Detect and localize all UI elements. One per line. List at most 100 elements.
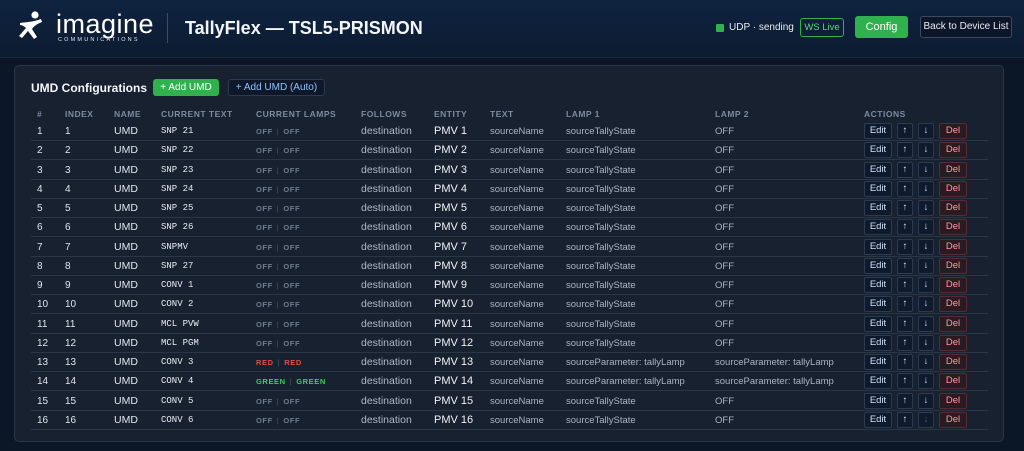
edit-button[interactable]: Edit bbox=[864, 315, 892, 332]
delete-button[interactable]: Del bbox=[939, 161, 967, 178]
move-down-button[interactable]: ↓ bbox=[918, 373, 934, 390]
row-current-lamps: RED | RED bbox=[256, 353, 302, 372]
row-lamp1: sourceTallyState bbox=[566, 183, 636, 195]
row-current-text: SNP 22 bbox=[161, 145, 194, 156]
row-current-text: CONV 2 bbox=[161, 299, 194, 310]
edit-button[interactable]: Edit bbox=[864, 238, 892, 255]
delete-button[interactable]: Del bbox=[939, 238, 967, 255]
row-index: 4 bbox=[65, 183, 71, 195]
move-up-button[interactable]: ↑ bbox=[897, 180, 913, 197]
lamp-right-status: OFF bbox=[283, 165, 301, 175]
move-down-button[interactable]: ↓ bbox=[918, 296, 934, 313]
row-current-lamps: OFF | OFF bbox=[256, 411, 300, 430]
edit-button[interactable]: Edit bbox=[864, 180, 892, 197]
move-up-button[interactable]: ↑ bbox=[897, 257, 913, 274]
delete-button[interactable]: Del bbox=[939, 373, 967, 390]
move-down-button[interactable]: ↓ bbox=[918, 257, 934, 274]
back-to-device-list-button[interactable]: Back to Device List bbox=[920, 16, 1012, 38]
move-down-button[interactable]: ↓ bbox=[918, 180, 934, 197]
delete-button[interactable]: Del bbox=[939, 315, 967, 332]
add-umd-button[interactable]: + Add UMD bbox=[153, 79, 219, 96]
config-button[interactable]: Config bbox=[855, 16, 908, 38]
edit-button[interactable]: Edit bbox=[864, 373, 892, 390]
row-number: 16 bbox=[37, 414, 49, 426]
move-down-button[interactable]: ↓ bbox=[918, 334, 934, 351]
edit-button[interactable]: Edit bbox=[864, 161, 892, 178]
row-current-lamps: OFF | OFF bbox=[256, 334, 300, 353]
move-up-button[interactable]: ↑ bbox=[897, 411, 913, 428]
move-up-button[interactable]: ↑ bbox=[897, 238, 913, 255]
row-number: 5 bbox=[37, 203, 43, 214]
row-name: UMD bbox=[114, 394, 138, 407]
move-up-button[interactable]: ↑ bbox=[897, 315, 913, 332]
row-entity: PMV 13 bbox=[434, 356, 474, 368]
row-text-source: sourceName bbox=[490, 183, 544, 195]
move-up-button[interactable]: ↑ bbox=[897, 161, 913, 178]
row-lamp1: sourceTallyState bbox=[566, 145, 636, 157]
move-down-button[interactable]: ↓ bbox=[918, 200, 934, 216]
row-follows: destination bbox=[361, 125, 412, 137]
move-up-button[interactable]: ↑ bbox=[897, 200, 913, 216]
row-entity: PMV 11 bbox=[434, 317, 473, 330]
move-up-button[interactable]: ↑ bbox=[897, 142, 913, 159]
edit-button[interactable]: Edit bbox=[864, 142, 892, 159]
delete-button[interactable]: Del bbox=[939, 142, 967, 159]
edit-button[interactable]: Edit bbox=[864, 354, 892, 370]
move-up-button[interactable]: ↑ bbox=[897, 123, 913, 139]
delete-button[interactable]: Del bbox=[939, 296, 967, 313]
edit-button[interactable]: Edit bbox=[864, 392, 892, 409]
move-up-button[interactable]: ↑ bbox=[897, 296, 913, 313]
move-down-button[interactable]: ↓ bbox=[918, 161, 934, 178]
move-up-button[interactable]: ↑ bbox=[897, 373, 913, 390]
lamp-separator: | bbox=[276, 396, 280, 406]
row-lamp2: OFF bbox=[715, 318, 734, 330]
move-up-button[interactable]: ↑ bbox=[897, 219, 913, 236]
edit-button[interactable]: Edit bbox=[864, 219, 892, 236]
row-lamp2: OFF bbox=[715, 299, 734, 311]
page-title: TallyFlex — TSL5-PRISMON bbox=[185, 18, 423, 38]
delete-button[interactable]: Del bbox=[939, 180, 967, 197]
edit-button[interactable]: Edit bbox=[864, 200, 892, 216]
row-index: 12 bbox=[65, 337, 77, 349]
delete-button[interactable]: Del bbox=[939, 219, 967, 236]
delete-button[interactable]: Del bbox=[939, 354, 967, 370]
row-entity: PMV 7 bbox=[434, 240, 468, 253]
add-umd-auto-button[interactable]: + Add UMD (Auto) bbox=[228, 79, 325, 96]
delete-button[interactable]: Del bbox=[939, 257, 967, 274]
lamp-right-status: GREEN bbox=[296, 377, 326, 387]
move-down-button[interactable]: ↓ bbox=[918, 142, 934, 159]
move-down-button[interactable]: ↓ bbox=[918, 277, 934, 293]
row-number: 12 bbox=[37, 337, 49, 349]
move-up-button[interactable]: ↑ bbox=[897, 334, 913, 351]
delete-button[interactable]: Del bbox=[939, 200, 967, 216]
move-down-button[interactable]: ↓ bbox=[918, 392, 934, 409]
row-follows: destination bbox=[361, 356, 412, 368]
column-header-follows: FOLLOWS bbox=[361, 109, 407, 119]
row-current-text: SNP 25 bbox=[161, 203, 194, 213]
lamp-left-status: OFF bbox=[256, 146, 273, 156]
delete-button[interactable]: Del bbox=[939, 411, 967, 428]
lamp-right-status: OFF bbox=[283, 242, 301, 252]
row-lamp2: sourceParameter: tallyLamp bbox=[715, 357, 834, 368]
delete-button[interactable]: Del bbox=[939, 277, 967, 293]
delete-button[interactable]: Del bbox=[939, 392, 967, 409]
edit-button[interactable]: Edit bbox=[864, 296, 892, 313]
lamp-right-status: OFF bbox=[283, 127, 301, 136]
move-up-button[interactable]: ↑ bbox=[897, 392, 913, 409]
edit-button[interactable]: Edit bbox=[864, 123, 892, 139]
move-down-button[interactable]: ↓ bbox=[918, 219, 934, 236]
delete-button[interactable]: Del bbox=[939, 123, 967, 139]
move-down-button[interactable]: ↓ bbox=[918, 315, 934, 332]
row-lamp1: sourceParameter: tallyLamp bbox=[566, 357, 685, 368]
move-down-button[interactable]: ↓ bbox=[918, 238, 934, 255]
edit-button[interactable]: Edit bbox=[864, 411, 892, 428]
edit-button[interactable]: Edit bbox=[864, 257, 892, 274]
delete-button[interactable]: Del bbox=[939, 334, 967, 351]
move-down-button[interactable]: ↓ bbox=[918, 411, 934, 428]
move-up-button[interactable]: ↑ bbox=[897, 354, 913, 370]
move-down-button[interactable]: ↓ bbox=[918, 123, 934, 139]
move-down-button[interactable]: ↓ bbox=[918, 354, 934, 370]
edit-button[interactable]: Edit bbox=[864, 277, 892, 293]
move-up-button[interactable]: ↑ bbox=[897, 277, 913, 293]
edit-button[interactable]: Edit bbox=[864, 334, 892, 351]
